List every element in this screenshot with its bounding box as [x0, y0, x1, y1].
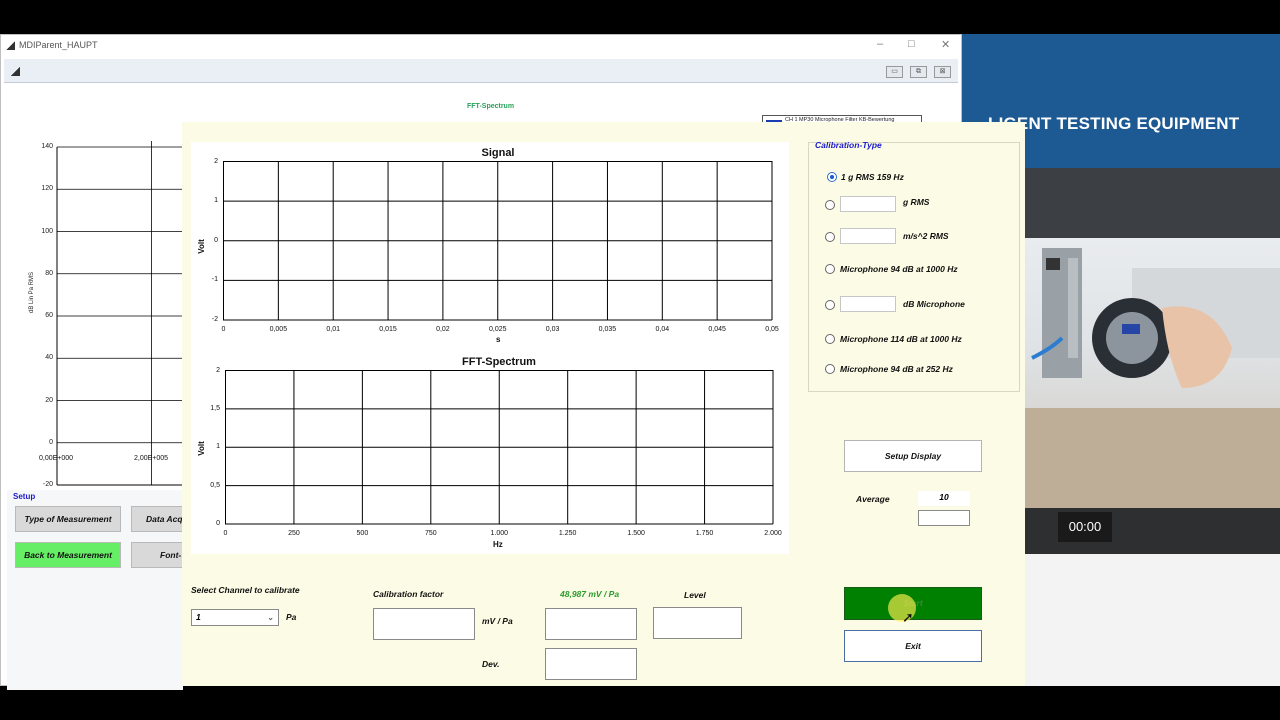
radio-mic-114db-1000hz[interactable] — [825, 334, 835, 344]
signal-plot-grid — [223, 161, 773, 321]
calibration-type-label: Calibration-Type — [815, 140, 882, 150]
signal-y-tick: 2 — [214, 157, 218, 165]
sensitivity-readout: 48,987 mV / Pa — [560, 589, 620, 599]
channel-label: Select Channel to calibrate — [191, 585, 300, 595]
fft-y-tick: 1,5 — [210, 404, 220, 412]
signal-x-tick: 0,03 — [545, 326, 560, 333]
calibration-factor-input[interactable] — [373, 608, 475, 640]
setup-display-button[interactable]: Setup Display — [844, 440, 982, 472]
fft-y-tick: 0,5 — [210, 481, 220, 489]
option-label: Microphone 94 dB at 1000 Hz — [840, 264, 958, 274]
fft-xlabel: Hz — [493, 540, 503, 549]
back-to-measurement-button[interactable]: Back to Measurement — [15, 542, 121, 568]
dev-label: Dev. — [482, 659, 500, 669]
option-label: m/s^2 RMS — [903, 231, 949, 241]
fft-x-tick: 2.000 — [764, 530, 782, 537]
fft-y-tick: 0 — [216, 520, 220, 527]
child-logo-icon — [10, 67, 20, 76]
close-button[interactable]: ✕ — [941, 38, 950, 51]
option-label: Microphone 94 dB at 252 Hz — [840, 364, 953, 374]
app-logo-icon — [6, 41, 15, 50]
title-bar: MDIParent_HAUPT – □ ✕ — [1, 35, 961, 57]
db-microphone-input[interactable] — [840, 296, 896, 312]
fft-plot-title: FFT-Spectrum — [462, 356, 536, 368]
fft-y-tick: 1 — [216, 443, 220, 451]
fft-y-tick: 2 — [216, 366, 220, 374]
signal-x-tick: 0,035 — [598, 326, 617, 333]
type-of-measurement-button[interactable]: Type of Measurement — [15, 506, 121, 532]
signal-x-tick: 0,04 — [655, 326, 670, 333]
fft-x-tick: 0 — [223, 530, 228, 537]
fft-x-tick: 1.500 — [627, 530, 645, 537]
fft-x-tick: 1.000 — [490, 530, 509, 537]
fft-ylabel: Volt — [196, 441, 206, 456]
maximize-button[interactable]: □ — [908, 38, 915, 50]
level-label: Level — [684, 590, 706, 600]
setup-label: Setup — [13, 492, 36, 501]
average-value[interactable]: 10 — [918, 491, 970, 506]
signal-x-tick: 0,02 — [436, 326, 450, 333]
fft-x-tick: 500 — [356, 530, 369, 537]
exit-button[interactable]: Exit — [844, 630, 982, 662]
signal-x-tick: 0,005 — [269, 326, 288, 333]
signal-x-tick: 0,015 — [379, 326, 397, 333]
option-label: 1 g RMS 159 Hz — [841, 172, 904, 182]
signal-x-tick: 0,025 — [488, 326, 507, 333]
radio-db-microphone[interactable] — [825, 300, 835, 310]
mouse-cursor-icon: ➚ — [902, 609, 914, 625]
child-restore-button[interactable]: ⧉ — [910, 66, 927, 78]
ms2-rms-input[interactable] — [840, 228, 896, 244]
child-window-bar: ▭ ⧉ ⊠ — [4, 59, 958, 83]
fft-x-tick: 250 — [288, 530, 300, 537]
deviation-field — [545, 648, 637, 680]
g-rms-input[interactable] — [840, 196, 896, 212]
radio-g-rms[interactable] — [825, 200, 835, 210]
average-input[interactable] — [918, 510, 970, 526]
calibration-dialog: Signal 2 1 0 -1 -2 0 0,005 0,01 0,015 0,02 0,025 0,… — [182, 122, 1025, 686]
calibration-factor-label: Calibration factor — [373, 589, 444, 599]
average-label: Average — [856, 494, 890, 504]
sensitivity-field — [545, 608, 637, 640]
fft-x-tick: 1.750 — [695, 530, 714, 537]
radio-1g-rms[interactable] — [827, 172, 837, 182]
signal-y-tick: 1 — [214, 197, 218, 205]
channel-unit: Pa — [286, 612, 297, 622]
child-close-button[interactable]: ⊠ — [934, 66, 951, 78]
option-label: dB Microphone — [903, 299, 965, 309]
setup-panel: Setup Type of Measurement Data Acq Back … — [7, 490, 191, 690]
radio-ms2-rms[interactable] — [825, 232, 835, 242]
signal-xlabel: s — [496, 335, 501, 344]
signal-x-tick: 0 — [221, 326, 226, 333]
signal-y-tick: -1 — [211, 276, 218, 284]
signal-plot-title: Signal — [481, 147, 515, 159]
chevron-down-icon: ⌄ — [267, 613, 274, 622]
minimize-button[interactable]: – — [877, 38, 883, 50]
radio-mic-94db-252hz[interactable] — [825, 364, 835, 374]
channel-value: 1 — [196, 612, 201, 622]
signal-x-tick: 0,01 — [326, 326, 340, 333]
fft-x-tick: 750 — [424, 530, 437, 537]
signal-y-tick: -2 — [211, 316, 218, 323]
signal-y-tick: 0 — [214, 236, 218, 244]
fft-plot-grid — [225, 370, 774, 525]
child-minimize-button[interactable]: ▭ — [886, 66, 903, 78]
level-field — [653, 607, 742, 639]
fft-x-tick: 1.250 — [558, 530, 577, 537]
radio-mic-94db-1000hz[interactable] — [825, 264, 835, 274]
signal-x-tick: 0,045 — [708, 326, 726, 333]
banner-text: LIGENT TESTING EQUIPMENT — [988, 114, 1240, 133]
signal-x-tick: 0,05 — [765, 326, 779, 333]
window-title: MDIParent_HAUPT — [19, 40, 98, 50]
signal-ylabel: Volt — [196, 239, 206, 254]
option-label: Microphone 114 dB at 1000 Hz — [840, 334, 962, 344]
option-label: g RMS — [903, 197, 930, 207]
channel-select[interactable]: 1 ⌄ — [191, 609, 279, 626]
video-timestamp: 00:00 — [1058, 512, 1112, 542]
calibration-factor-unit: mV / Pa — [482, 616, 513, 626]
